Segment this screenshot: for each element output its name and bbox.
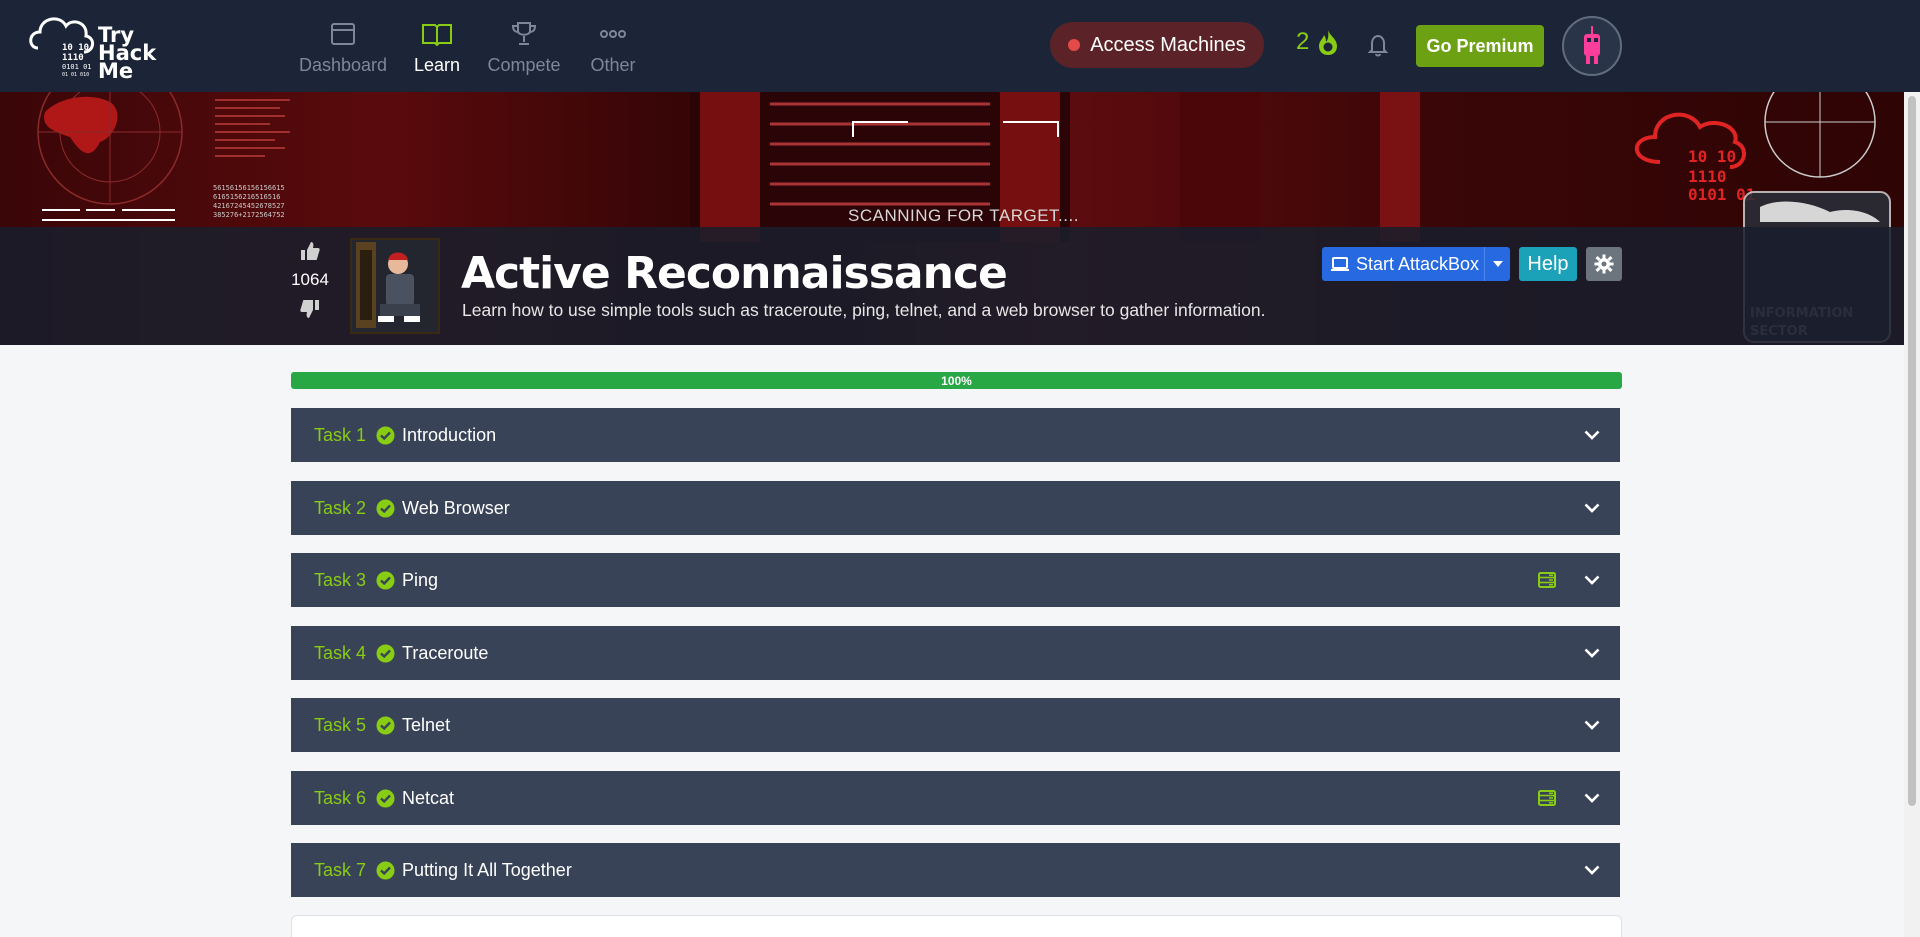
room-vote: 1064 [290, 240, 330, 320]
start-attackbox-button[interactable]: Start AttackBox [1322, 247, 1510, 281]
check-circle-icon [376, 861, 395, 880]
task-title: Putting It All Together [402, 859, 572, 880]
task-number: Task 2 [314, 497, 367, 518]
top-navbar: 10 10 1110 0101 01 01 01 010 Try Hack Me… [0, 0, 1920, 92]
task-number: Task 6 [314, 787, 367, 808]
svg-text:1110: 1110 [62, 53, 84, 63]
trophy-icon [510, 19, 538, 49]
cloud-logo-icon: 10 10 1110 0101 01 01 01 010 [29, 17, 94, 78]
task-number: Task 5 [314, 714, 367, 735]
status-dot-icon [1068, 39, 1081, 51]
task-title: Netcat [402, 787, 455, 808]
task-title: Introduction [402, 424, 497, 445]
svg-text:01 01 010: 01 01 010 [62, 72, 89, 78]
task-row[interactable]: Task 2 Web Browser [291, 481, 1620, 535]
access-machines-label: Access Machines [1090, 33, 1246, 56]
svg-text:56156156156156615: 56156156156156615 [213, 184, 285, 192]
progress-fill: 100% [291, 372, 1622, 389]
caret-down-icon [1492, 261, 1503, 267]
streak-count: 2 [1296, 28, 1310, 55]
check-circle-icon [376, 426, 395, 445]
check-circle-icon [376, 499, 395, 518]
room-description: Learn how to use simple tools such as tr… [462, 300, 1266, 320]
check-circle-icon [376, 716, 395, 735]
room-settings-button[interactable] [1586, 247, 1622, 281]
chevron-down-icon[interactable] [1584, 503, 1600, 513]
attackbox-dropdown-toggle[interactable] [1484, 247, 1510, 281]
chevron-down-icon[interactable] [1584, 648, 1600, 658]
chevron-down-icon[interactable] [1584, 793, 1600, 803]
check-circle-icon [376, 789, 395, 808]
check-circle-icon [376, 644, 395, 663]
task-row[interactable]: Task 7 Putting It All Together [291, 843, 1620, 897]
help-button[interactable]: Help [1519, 247, 1577, 281]
svg-text:42167245452678527: 42167245452678527 [213, 202, 285, 210]
go-premium-button[interactable]: Go Premium [1416, 25, 1544, 67]
task-row[interactable]: Task 6 Netcat [291, 771, 1620, 825]
task-number: Task 1 [314, 424, 367, 445]
room-title: Active Reconnaissance [461, 248, 1008, 299]
chevron-down-icon[interactable] [1584, 720, 1600, 730]
task-row[interactable]: Task 5 Telnet [291, 698, 1620, 752]
svg-text:1110: 1110 [1688, 167, 1727, 186]
room-footer-card [291, 915, 1622, 937]
server-icon [1538, 790, 1556, 806]
chevron-down-icon[interactable] [1584, 430, 1600, 440]
chevron-down-icon[interactable] [1584, 575, 1600, 585]
task-row[interactable]: Task 4 Traceroute [291, 626, 1620, 680]
room-banner: 56156156156156615 6165156216516516 42167… [0, 92, 1920, 345]
svg-text:10 10: 10 10 [1688, 147, 1736, 166]
nav-compete[interactable]: Compete [486, 16, 562, 76]
tryhackme-logo[interactable]: 10 10 1110 0101 01 01 01 010 Try Hack Me [26, 8, 166, 84]
nav-other[interactable]: Other [586, 16, 640, 76]
svg-text:385276+2172564752: 385276+2172564752 [213, 211, 285, 219]
notifications-bell-icon[interactable] [1366, 32, 1390, 63]
server-icon [1538, 572, 1556, 588]
room-image [350, 238, 440, 334]
check-circle-icon [376, 571, 395, 590]
streak-counter[interactable]: 2 [1296, 28, 1341, 56]
nav-dashboard[interactable]: Dashboard [298, 16, 388, 76]
attackbox-label: Start AttackBox [1356, 253, 1480, 274]
dashboard-icon [330, 19, 356, 49]
fire-icon [1319, 30, 1338, 55]
progress-label: 100% [941, 373, 972, 388]
vote-count: 1064 [291, 270, 329, 289]
task-row[interactable]: Task 3 Ping [291, 553, 1620, 607]
thumbs-down-icon[interactable] [299, 298, 321, 320]
task-title: Web Browser [402, 497, 510, 518]
laptop-icon [1331, 257, 1349, 271]
task-title: Telnet [402, 714, 451, 735]
task-number: Task 3 [314, 569, 367, 590]
avatar-character-icon [1584, 26, 1600, 64]
gear-icon [1594, 254, 1614, 274]
hacker-illustration-icon [352, 240, 438, 332]
nav-learn[interactable]: Learn [410, 16, 464, 76]
svg-text:10 10: 10 10 [62, 43, 89, 53]
scanning-text: SCANNING FOR TARGET.... [848, 206, 1079, 225]
room-progress-bar: 100% [291, 372, 1622, 389]
task-row[interactable]: Task 1 Introduction [291, 408, 1620, 462]
dots-icon [599, 19, 627, 49]
book-icon [421, 19, 453, 49]
task-title: Traceroute [402, 642, 489, 663]
chevron-down-icon[interactable] [1584, 865, 1600, 875]
task-title: Ping [402, 569, 439, 590]
svg-text:6165156216516516: 6165156216516516 [213, 193, 280, 201]
thumbs-up-icon[interactable] [299, 240, 321, 262]
logo-text: Try Hack Me [98, 23, 157, 83]
scrollbar-thumb[interactable] [1908, 96, 1916, 806]
attackbox-main: Start AttackBox [1322, 254, 1484, 275]
access-machines-button[interactable]: Access Machines [1050, 22, 1264, 68]
task-number: Task 4 [314, 642, 367, 663]
user-avatar[interactable] [1562, 16, 1622, 76]
svg-text:0101 01: 0101 01 [62, 63, 92, 71]
task-number: Task 7 [314, 859, 367, 880]
